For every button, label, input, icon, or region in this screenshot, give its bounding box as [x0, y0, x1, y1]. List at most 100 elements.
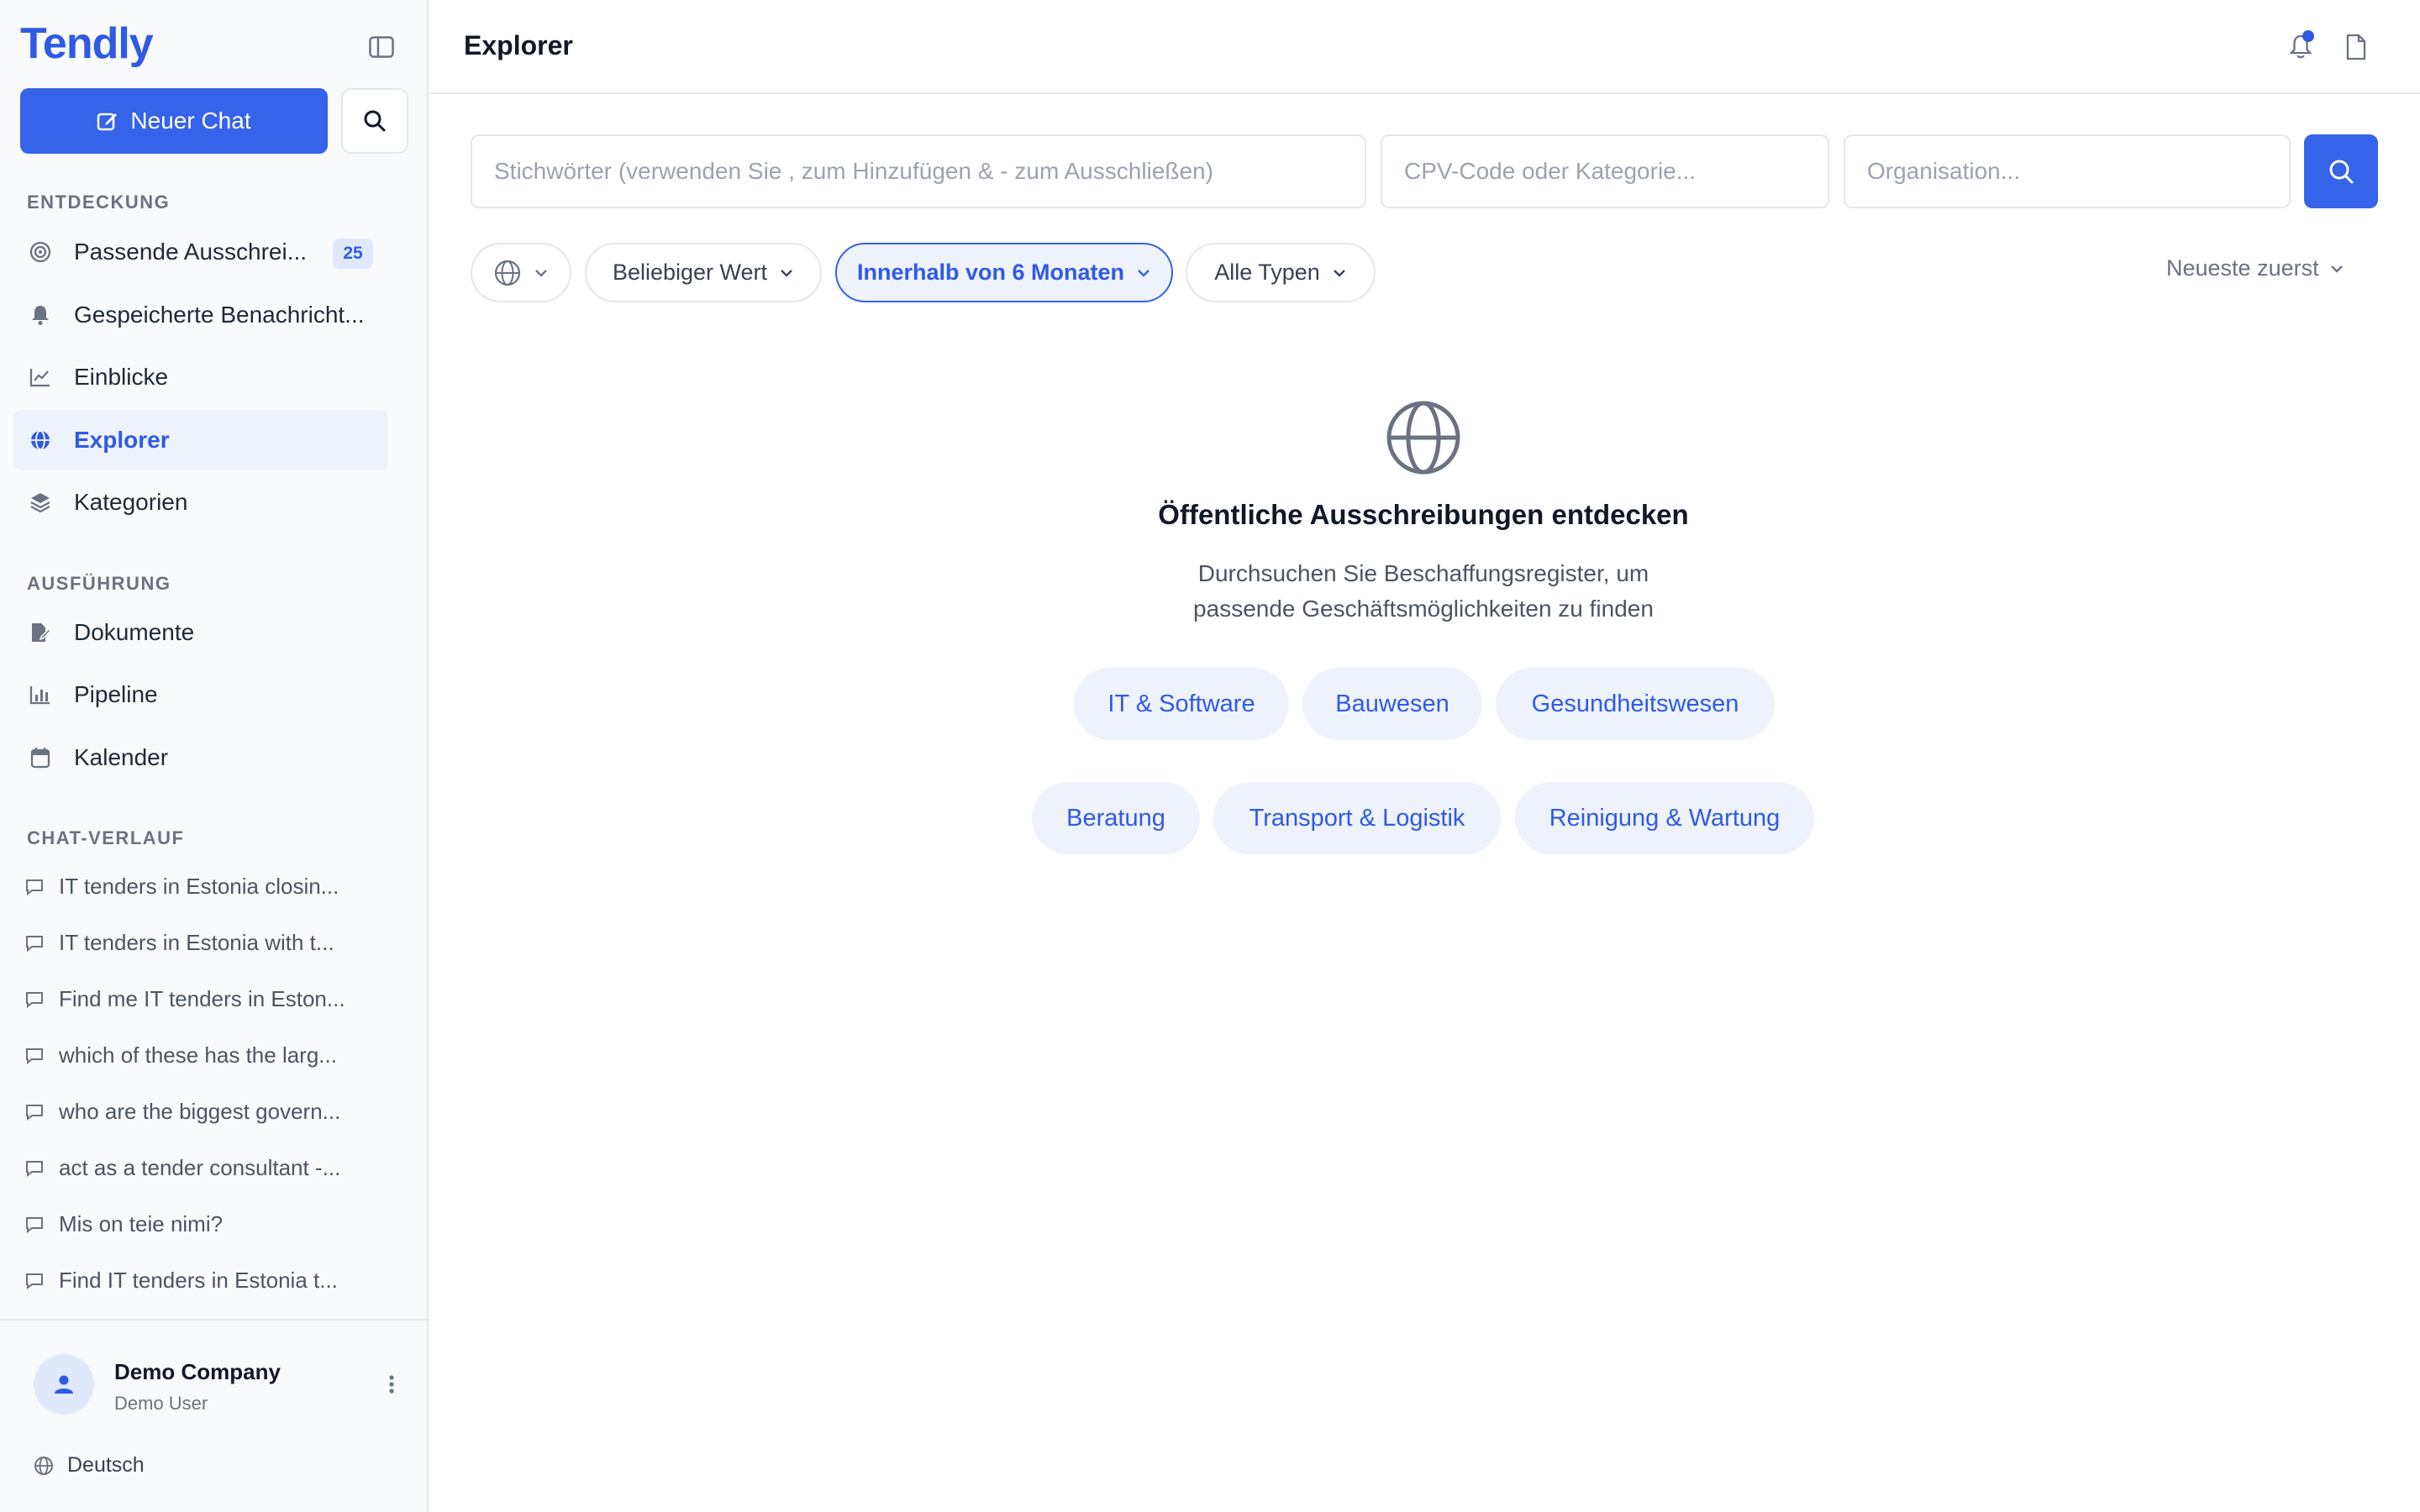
sidebar: Tendly Neuer Chat ENTDECKUNG Passende Au… [0, 0, 429, 1512]
new-chat-label: Neuer Chat [130, 108, 251, 134]
calendar-icon [29, 746, 52, 769]
type-filter-dropdown[interactable]: Alle Typen [1186, 243, 1376, 302]
user-role: Demo User [114, 1393, 208, 1414]
sidebar-item-label: Kalender [74, 744, 169, 770]
chat-history-item[interactable]: Mis on teie nimi? [25, 1211, 378, 1237]
region-filter-dropdown[interactable] [471, 243, 571, 302]
category-chip-transport-logistics[interactable]: Transport & Logistik [1213, 782, 1501, 854]
message-icon [25, 990, 44, 1009]
documents-button[interactable] [2338, 29, 2375, 66]
layers-icon [29, 491, 52, 514]
empty-state-description-line: Durchsuchen Sie Beschaffungsregister, um [1197, 560, 1649, 586]
empty-state-title: Öffentliche Ausschreibungen entdecken [1158, 499, 1689, 530]
target-icon [29, 240, 52, 264]
avatar[interactable] [34, 1354, 94, 1415]
search-submit-button[interactable] [2304, 134, 2378, 208]
chat-history-label: IT tenders in Estonia with t... [59, 930, 334, 955]
chat-history-item[interactable]: act as a tender consultant -... [25, 1155, 378, 1181]
empty-state-description-line: passende Geschäftsmöglichkeiten zu finde… [1193, 596, 1654, 622]
sidebar-item-saved-alerts[interactable]: Gespeicherte Benachricht... [13, 285, 388, 345]
timeframe-filter-label: Innerhalb von 6 Monaten [856, 260, 1125, 285]
sidebar-search-button[interactable] [341, 88, 408, 154]
chat-history-label: Find me IT tenders in Eston... [59, 986, 345, 1011]
sidebar-toggle-button[interactable] [361, 30, 402, 64]
line-chart-icon [29, 365, 52, 389]
chevron-down-icon [535, 269, 547, 277]
timeframe-filter-dropdown[interactable]: Innerhalb von 6 Monaten [835, 243, 1173, 302]
file-icon [2346, 34, 2366, 60]
message-icon [25, 934, 44, 953]
chevron-down-icon [1333, 269, 1345, 277]
bell-icon [29, 303, 52, 327]
sort-dropdown[interactable]: Neueste zuerst [2166, 255, 2344, 281]
globe-icon [29, 428, 52, 452]
search-icon [2329, 160, 2354, 184]
message-icon [25, 1159, 44, 1178]
chat-history-label: IT tenders in Estonia closin... [59, 874, 339, 899]
category-chip-it-software[interactable]: IT & Software [1074, 668, 1289, 740]
chat-history-item[interactable]: Find me IT tenders in Eston... [25, 986, 378, 1012]
page-title: Explorer [464, 30, 573, 60]
message-icon [25, 1103, 44, 1121]
notification-dot [2302, 30, 2314, 42]
value-filter-dropdown[interactable]: Beliebiger Wert [585, 243, 822, 302]
language-label: Deutsch [67, 1453, 145, 1477]
more-vertical-icon [389, 1375, 394, 1394]
sidebar-item-label: Pipeline [74, 681, 158, 707]
category-chip-cleaning-maintenance[interactable]: Reinigung & Wartung [1515, 782, 1814, 854]
chevron-down-icon [1138, 269, 1150, 277]
sidebar-item-categories[interactable]: Kategorien [13, 472, 388, 533]
globe-icon [494, 260, 521, 286]
value-filter-label: Beliebiger Wert [612, 260, 768, 285]
sidebar-item-label: Kategorien [74, 489, 188, 515]
document-edit-icon [29, 621, 52, 644]
sidebar-item-explorer[interactable]: Explorer [13, 410, 388, 470]
category-chip-healthcare[interactable]: Gesundheitswesen [1496, 668, 1775, 740]
category-chip-construction[interactable]: Bauwesen [1302, 668, 1482, 740]
chat-history-item[interactable]: which of these has the larg... [25, 1042, 378, 1068]
chat-history-label: which of these has the larg... [59, 1042, 337, 1068]
chat-history-label: Find IT tenders in Estonia t... [59, 1268, 338, 1293]
app-logo[interactable]: Tendly [20, 18, 154, 69]
message-icon [25, 1047, 44, 1065]
type-filter-label: Alle Typen [1214, 260, 1320, 285]
cpv-code-input[interactable] [1381, 134, 1829, 208]
globe-icon [1386, 401, 1460, 475]
search-icon [364, 110, 386, 132]
section-title-chat-history: CHAT-VERLAUF [27, 827, 185, 848]
sidebar-panel-icon [369, 36, 394, 58]
sidebar-item-documents[interactable]: Dokumente [13, 602, 388, 663]
sidebar-item-calendar[interactable]: Kalender [13, 727, 388, 788]
user-menu-button[interactable] [380, 1369, 403, 1399]
sidebar-item-label: Passende Ausschrei... [74, 239, 308, 265]
sidebar-item-label: Dokumente [74, 619, 195, 645]
chat-history-label: Mis on teie nimi? [59, 1211, 224, 1236]
sidebar-item-insights[interactable]: Einblicke [13, 347, 388, 407]
globe-icon [34, 1456, 53, 1475]
message-icon [25, 878, 44, 896]
organisation-input[interactable] [1844, 134, 2291, 208]
chat-history-item[interactable]: IT tenders in Estonia closin... [25, 874, 378, 900]
chevron-down-icon [781, 269, 792, 277]
sidebar-item-matching-tenders[interactable]: Passende Ausschrei... 25 [13, 222, 388, 282]
new-chat-button[interactable]: Neuer Chat [20, 88, 328, 154]
bar-chart-icon [29, 683, 52, 706]
chevron-down-icon [2330, 265, 2343, 273]
keywords-input[interactable] [471, 134, 1366, 208]
edit-icon [97, 113, 118, 131]
sidebar-item-label: Einblicke [74, 364, 169, 390]
message-icon [25, 1215, 44, 1234]
category-chip-consulting[interactable]: Beratung [1032, 782, 1200, 854]
company-name: Demo Company [114, 1359, 281, 1384]
chat-history-item[interactable]: who are the biggest govern... [25, 1099, 378, 1125]
chat-history-item[interactable]: IT tenders in Estonia with t... [25, 930, 378, 956]
language-switcher[interactable]: Deutsch [34, 1453, 145, 1478]
chat-history-label: act as a tender consultant -... [59, 1155, 341, 1180]
count-badge: 25 [333, 239, 373, 269]
message-icon [25, 1272, 44, 1290]
chat-history-item[interactable]: Find IT tenders in Estonia t... [25, 1268, 378, 1294]
sidebar-item-pipeline[interactable]: Pipeline [13, 664, 388, 725]
top-bar: Explorer [430, 0, 2420, 94]
sidebar-item-label: Gespeicherte Benachricht... [74, 302, 365, 328]
notifications-button[interactable] [2282, 29, 2319, 66]
